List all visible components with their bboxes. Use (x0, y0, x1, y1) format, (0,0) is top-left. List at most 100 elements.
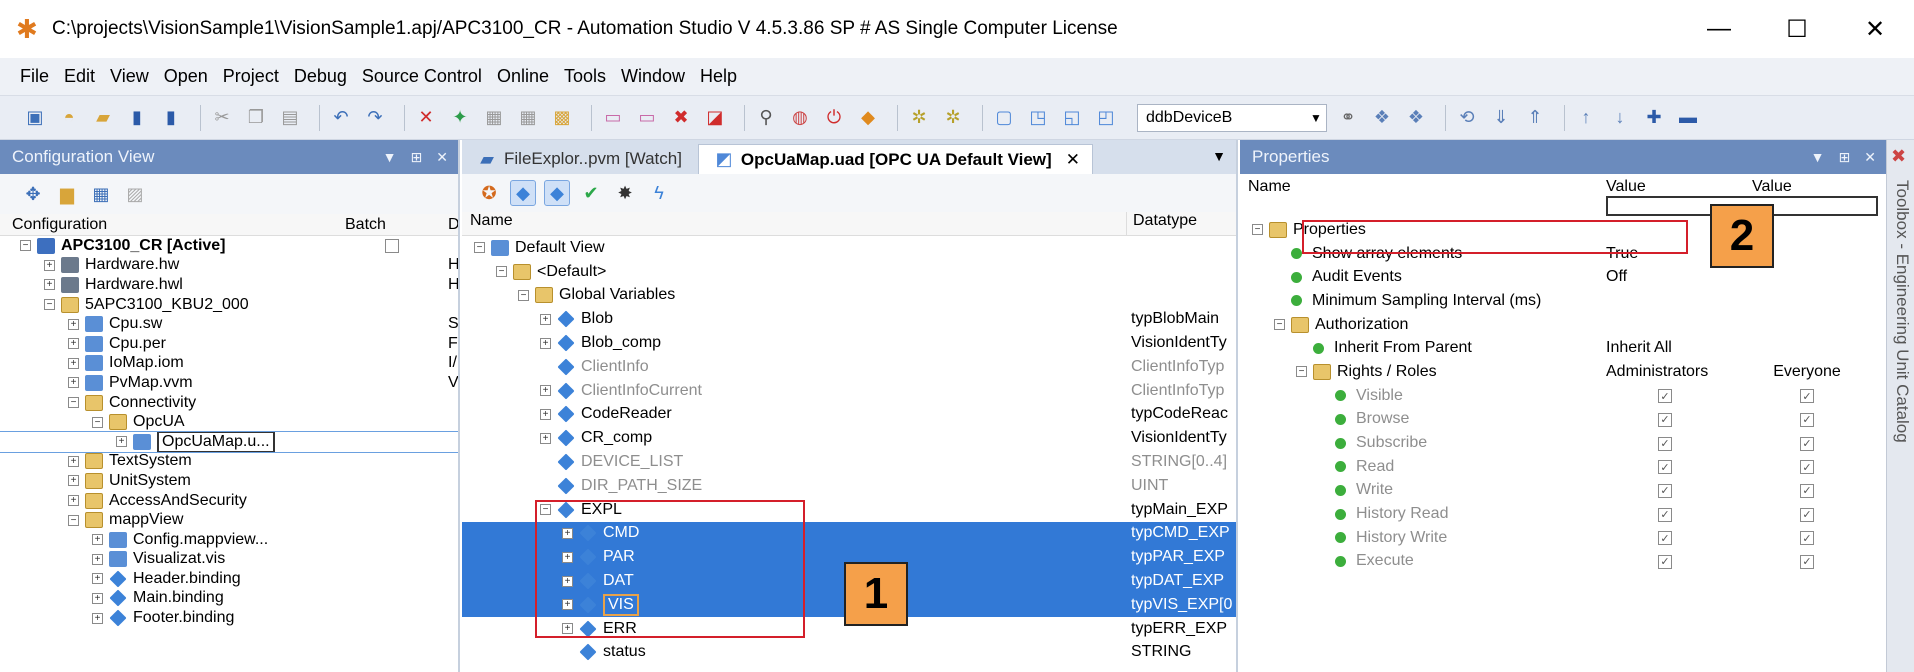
expand-icon[interactable]: + (92, 592, 103, 604)
permission-checkbox[interactable]: ✓ (1800, 389, 1814, 404)
table-row[interactable]: ClientInfo ClientInfoTyp (462, 355, 1236, 379)
expand-icon[interactable]: + (68, 455, 79, 467)
expand-icon[interactable]: + (68, 338, 79, 350)
move-down-icon[interactable]: ↓ (1607, 105, 1633, 131)
tree-item[interactable]: + UnitSystem (0, 471, 458, 491)
tree-item[interactable]: − mappView (0, 510, 458, 530)
permission-checkbox[interactable]: ✓ (1658, 483, 1672, 498)
property-row[interactable]: Browse ✓ ✓ (1240, 408, 1886, 432)
permission-checkbox[interactable]: ✓ (1658, 554, 1672, 569)
expand-icon[interactable]: + (68, 475, 79, 487)
expand-icon[interactable]: + (68, 495, 79, 507)
collapse-icon[interactable]: − (20, 240, 31, 252)
collapse-icon[interactable]: − (1296, 366, 1307, 378)
frame-next-icon[interactable]: ◳ (1025, 105, 1051, 131)
image-view-icon[interactable]: ▨ (122, 181, 148, 207)
batch-checkbox[interactable] (385, 238, 399, 253)
permission-checkbox[interactable]: ✓ (1800, 554, 1814, 569)
menu-window[interactable]: Window (621, 66, 685, 87)
power-icon[interactable]: ⏻ (821, 105, 847, 131)
collapse-icon[interactable]: − (68, 514, 79, 526)
refresh-icon[interactable]: ⟲ (1454, 105, 1480, 131)
permission-checkbox[interactable]: ✓ (1658, 436, 1672, 451)
check-icon[interactable]: ✔ (578, 180, 604, 206)
permission-checkbox[interactable]: ✓ (1658, 531, 1672, 546)
column-batch[interactable]: Batch (345, 216, 386, 234)
tree-item[interactable]: + IoMap.iom I/ (0, 354, 458, 374)
transfer-icon[interactable]: ✦ (447, 105, 473, 131)
permission-checkbox[interactable]: ✓ (1800, 460, 1814, 475)
remove-icon[interactable]: ▬ (1675, 105, 1701, 131)
close-icon[interactable]: ✕ (436, 149, 448, 166)
expand-icon[interactable]: + (540, 313, 551, 325)
permission-checkbox[interactable]: ✓ (1800, 507, 1814, 522)
pin-icon[interactable]: ⊞ (1839, 149, 1851, 166)
permission-checkbox[interactable]: ✓ (1658, 389, 1672, 404)
tree-item[interactable]: − APC3100_CR [Active] (0, 236, 458, 256)
tree-item[interactable]: + AccessAndSecurity (0, 491, 458, 511)
network-icon[interactable]: ❖ (1369, 105, 1395, 131)
collapse-icon[interactable]: − (44, 299, 55, 311)
new-project-icon[interactable]: ▣ (22, 105, 48, 131)
property-row[interactable]: Subscribe ✓ ✓ (1240, 431, 1886, 455)
property-value[interactable]: Off (1606, 268, 1752, 286)
tree-item[interactable]: + Cpu.per F (0, 334, 458, 354)
expand-icon[interactable]: + (92, 573, 103, 585)
network-alt-icon[interactable]: ❖ (1403, 105, 1429, 131)
property-row[interactable]: Read ✓ ✓ (1240, 455, 1886, 479)
expand-icon[interactable]: + (540, 408, 551, 420)
property-value[interactable]: Administrators (1606, 363, 1752, 381)
lightning-icon[interactable]: ϟ (646, 180, 672, 206)
property-row[interactable]: Minimum Sampling Interval (ms) (1240, 289, 1886, 313)
window-split-icon[interactable]: ▭ (634, 105, 660, 131)
expand-icon[interactable]: + (92, 534, 103, 546)
minimize-button[interactable]: — (1680, 0, 1758, 58)
collapse-icon[interactable]: − (518, 289, 529, 301)
link-icon[interactable]: ⚭ (1335, 105, 1361, 131)
column-datatype[interactable]: Datatype (1127, 212, 1235, 235)
copy-icon[interactable]: ❐ (243, 105, 269, 131)
paste-icon[interactable]: ▤ (277, 105, 303, 131)
redo-icon[interactable]: ↷ (362, 105, 388, 131)
expand-icon[interactable]: + (68, 377, 79, 389)
table-row[interactable]: + Blob_comp VisionIdentTy (462, 331, 1236, 355)
record-icon[interactable]: ◪ (702, 105, 728, 131)
collapse-icon[interactable]: − (1274, 319, 1285, 331)
chevron-down-icon[interactable]: ▼ (383, 149, 397, 165)
tree-item[interactable]: + Header.binding (0, 569, 458, 589)
open-folder-icon[interactable]: ▰ (90, 105, 116, 131)
expand-icon[interactable]: + (44, 259, 55, 271)
table-row[interactable]: + ClientInfoCurrent ClientInfoTyp (462, 379, 1236, 403)
menu-tools[interactable]: Tools (564, 66, 606, 87)
expand-icon[interactable]: + (68, 318, 79, 330)
property-row[interactable]: Visible ✓ ✓ (1240, 384, 1886, 408)
warning-icon[interactable]: ◆ (855, 105, 881, 131)
expand-icon[interactable]: + (540, 337, 551, 349)
save-icon[interactable]: ▮ (124, 105, 150, 131)
delete-icon[interactable]: ✕ (413, 105, 439, 131)
tab-list-chevron-icon[interactable]: ▼ (1212, 148, 1226, 164)
menu-open[interactable]: Open (164, 66, 208, 87)
device-combo[interactable]: ddbDeviceB ▼ (1137, 103, 1327, 132)
expand-icon[interactable]: + (540, 385, 551, 397)
tag-error-icon[interactable]: ◆ (510, 180, 536, 206)
menu-debug[interactable]: Debug (294, 66, 347, 87)
pin-icon[interactable]: ⊞ (411, 149, 423, 166)
tree-item[interactable]: + Hardware.hw H (0, 256, 458, 276)
tag-icon[interactable]: ◆ (544, 180, 570, 206)
sort-up-icon[interactable]: ⇑ (1522, 105, 1548, 131)
toolbox-strip[interactable]: ✖ Toolbox - Engineering Unit Catalog (1886, 140, 1914, 672)
search-icon[interactable]: ⚲ (753, 105, 779, 131)
permission-checkbox[interactable]: ✓ (1800, 436, 1814, 451)
permission-checkbox[interactable]: ✓ (1658, 460, 1672, 475)
gear-icon[interactable]: ✲ (906, 105, 932, 131)
hardware-tree-icon[interactable]: ✥ (20, 181, 46, 207)
bug-icon[interactable]: ✸ (612, 180, 638, 206)
enable-tag-icon[interactable]: ✪ (476, 180, 502, 206)
tree-item[interactable]: + OpcUaMap.u... (0, 430, 458, 453)
expand-icon[interactable]: + (540, 432, 551, 444)
permission-checkbox[interactable]: ✓ (1800, 483, 1814, 498)
menu-file[interactable]: File (20, 66, 49, 87)
permission-checkbox[interactable]: ✓ (1658, 507, 1672, 522)
tree-item[interactable]: + Config.mappview... (0, 530, 458, 550)
